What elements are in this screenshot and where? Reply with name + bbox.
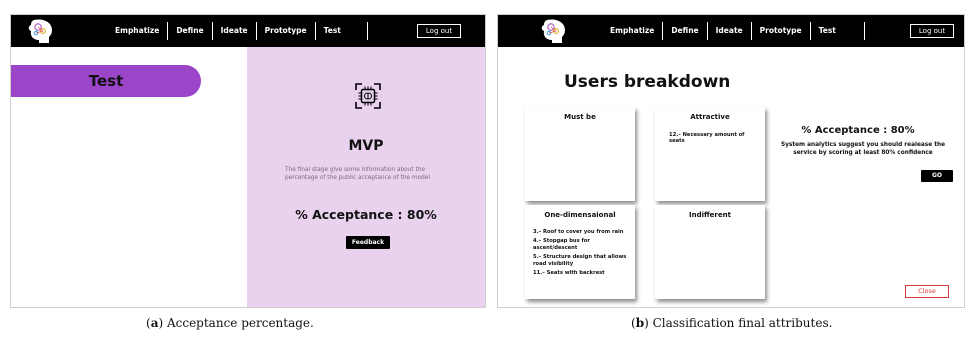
nav-define[interactable]: Define — [662, 22, 706, 40]
list-item: 3.– Roof to cover you from rain — [533, 229, 624, 235]
card-indifferent: Indifferent — [655, 205, 765, 299]
caption-a: (a) Acceptance percentage. — [146, 316, 314, 330]
acceptance-percentage: % Acceptance : 80% — [801, 125, 915, 136]
card-title: Must be — [564, 113, 596, 121]
nav-ideate[interactable]: Ideate — [706, 22, 751, 40]
brain-logo-icon — [541, 19, 565, 43]
card-title: Indifferent — [689, 211, 731, 219]
top-navbar: Emphatize Define Ideate Prototype Test L… — [11, 15, 485, 47]
section-title-pill: Test — [11, 65, 201, 97]
nav-prototype[interactable]: Prototype — [750, 22, 810, 40]
nav-ideate[interactable]: Ideate — [211, 22, 256, 40]
main-nav: Emphatize Define Ideate Prototype Test — [602, 15, 865, 47]
nav-divider — [863, 22, 865, 40]
screenshot-users-breakdown: Emphatize Define Ideate Prototype Test L… — [497, 14, 965, 308]
logout-button[interactable]: Log out — [417, 24, 461, 38]
screenshot-acceptance: Emphatize Define Ideate Prototype Test L… — [10, 14, 486, 308]
attribute-list: 12.– Necessary amount of seats — [669, 132, 761, 148]
users-breakdown-title: Users breakdown — [564, 72, 731, 92]
card-title: One-dimensaional — [544, 211, 616, 219]
nav-divider — [366, 22, 368, 40]
caption-a-label: a — [150, 316, 159, 330]
nav-test[interactable]: Test — [314, 22, 349, 40]
list-item: 5.– Structure design that allows road vi… — [533, 254, 627, 267]
feedback-button[interactable]: Feedback — [346, 236, 390, 249]
list-item: 4.– Stopgap bus for ascent/descent — [533, 238, 590, 251]
brain-logo-icon — [28, 19, 52, 43]
nav-test[interactable]: Test — [809, 22, 844, 40]
top-navbar: Emphatize Define Ideate Prototype Test L… — [498, 15, 964, 47]
close-button[interactable]: Close — [905, 285, 949, 298]
caption-b-text: Classification final attributes. — [652, 316, 833, 330]
main-nav: Emphatize Define Ideate Prototype Test — [107, 15, 368, 47]
list-item: 12.– Necessary amount of seats — [669, 132, 745, 145]
card-attractive: Attractive 12.– Necessary amount of seat… — [655, 107, 765, 201]
caption-b: (b) Classification final attributes. — [631, 316, 833, 330]
nav-emphatize[interactable]: Emphatize — [107, 22, 167, 40]
card-must-be: Must be — [525, 107, 635, 201]
list-item: 11.– Seats with backrest — [533, 270, 605, 277]
mvp-description: The final stage give some information ab… — [285, 167, 431, 181]
brain-chip-icon — [355, 83, 381, 109]
nav-define[interactable]: Define — [167, 22, 211, 40]
section-title: Test — [88, 72, 124, 90]
caption-a-text: Acceptance percentage. — [166, 316, 314, 330]
mvp-panel: MVP The final stage give some informatio… — [247, 47, 485, 307]
nav-emphatize[interactable]: Emphatize — [602, 22, 662, 40]
logout-button[interactable]: Log out — [910, 24, 954, 38]
attribute-list: 3.– Roof to cover you from rain 4.– Stop… — [533, 229, 631, 279]
analytics-suggestion: System analytics suggest you should real… — [780, 142, 946, 156]
caption-b-label: b — [635, 316, 645, 330]
go-button[interactable]: GO — [921, 170, 953, 182]
card-one-dimensional: One-dimensaional 3.– Roof to cover you f… — [525, 205, 635, 299]
card-title: Attractive — [690, 113, 730, 121]
acceptance-percentage: % Acceptance : 80% — [295, 207, 437, 222]
nav-prototype[interactable]: Prototype — [255, 22, 315, 40]
mvp-title: MVP — [348, 138, 384, 154]
